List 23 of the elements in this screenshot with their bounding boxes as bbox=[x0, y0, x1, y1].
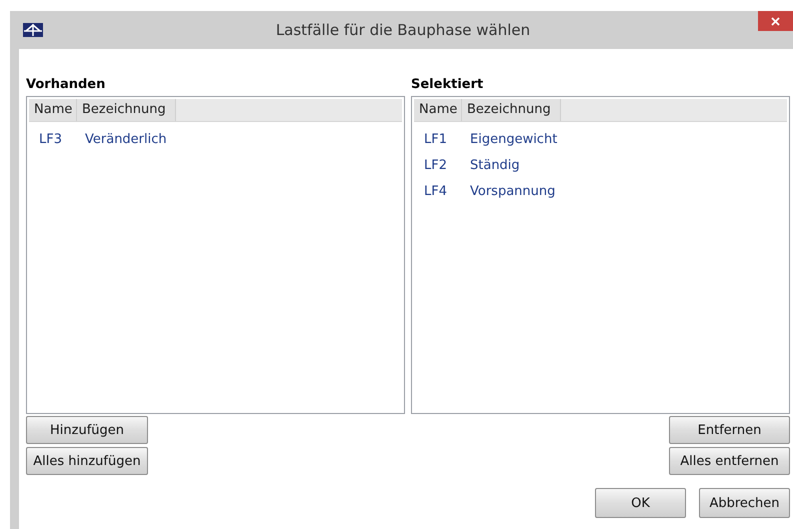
column-header[interactable]: Bezeichnung bbox=[77, 99, 176, 121]
list-box[interactable]: Name Bezeichnung LF1 Eigengewicht LF2 Ständig LF4 Vorspannung bbox=[411, 96, 790, 414]
table-cell-text: Vorspannung bbox=[470, 184, 556, 198]
table-cell-text: Eigengewicht bbox=[470, 132, 558, 146]
column-header[interactable]: Name bbox=[414, 99, 462, 121]
window-title: Lastfälle für die Bauphase wählen bbox=[274, 21, 532, 39]
table-cell-text: Veränderlich bbox=[85, 132, 168, 146]
table-cell-text: LF4 bbox=[423, 184, 448, 198]
table-cell-text: LF3 bbox=[38, 132, 63, 146]
ok-button[interactable]: OK bbox=[595, 488, 686, 518]
list-box[interactable]: Name Bezeichnung LF3 Veränderlich bbox=[26, 96, 405, 414]
list-button[interactable]: Entfernen bbox=[669, 416, 790, 444]
list-label: Selektiert bbox=[411, 77, 484, 94]
table-cell-text: LF2 bbox=[423, 158, 448, 172]
column-header[interactable]: Bezeichnung bbox=[462, 99, 561, 121]
table-cell-text: Ständig bbox=[470, 158, 521, 172]
table-cell-text: LF1 bbox=[423, 132, 448, 146]
list-button[interactable]: Alles hinzufügen bbox=[26, 447, 148, 475]
column-header[interactable]: Name bbox=[29, 99, 77, 121]
cancel-button[interactable]: Abbrechen bbox=[699, 488, 790, 518]
list-label: Vorhanden bbox=[26, 77, 106, 94]
list-button[interactable]: Hinzufügen bbox=[26, 416, 148, 444]
list-button[interactable]: Alles entfernen bbox=[669, 447, 790, 475]
